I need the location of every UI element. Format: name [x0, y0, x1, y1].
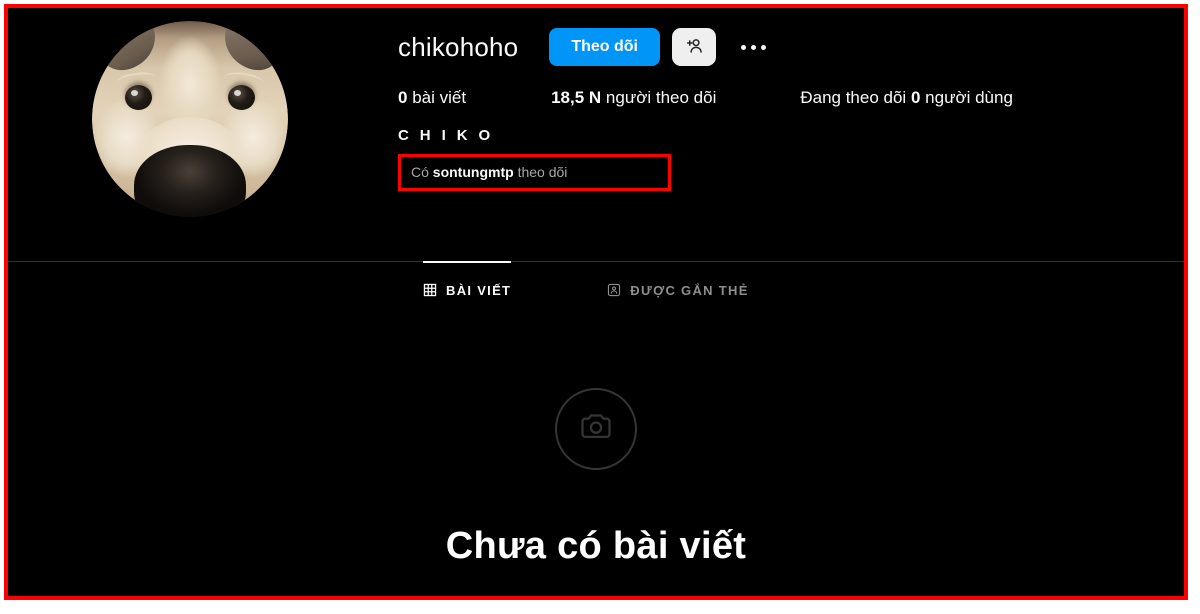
grid-icon	[423, 283, 437, 297]
profile-tabs: BÀI VIẾT ĐƯỢC GẮN THẺ	[8, 261, 1184, 318]
profile-header: chikohoho Theo dõi 0 bài viết 18,5 N ngư…	[8, 8, 1184, 252]
dog-ear-left	[93, 21, 161, 75]
username-action-row: chikohoho Theo dõi	[398, 8, 1168, 68]
followed-by-text: Có sontungmtp theo dõi	[411, 165, 658, 179]
followed-by-suffix: theo dõi	[517, 164, 568, 180]
dog-nose	[134, 145, 246, 217]
profile-info: chikohoho Theo dõi 0 bài viết 18,5 N ngư…	[398, 8, 1168, 191]
followed-by-username[interactable]: sontungmtp	[433, 164, 514, 180]
avatar[interactable]	[92, 21, 288, 217]
dog-forehead	[153, 27, 227, 123]
stat-posts-count: 0	[398, 88, 408, 107]
camera-icon-circle	[555, 388, 637, 470]
empty-posts-state: Chưa có bài viết	[8, 388, 1184, 565]
stat-posts-label: bài viết	[412, 88, 467, 107]
tab-tagged-label: ĐƯỢC GẮN THẺ	[630, 282, 749, 298]
profile-full-name: C H I K O	[398, 127, 494, 144]
page-title: chikohoho	[398, 32, 519, 62]
tab-posts-label: BÀI VIẾT	[446, 282, 512, 298]
instagram-profile-page: chikohoho Theo dõi 0 bài viết 18,5 N ngư…	[8, 8, 1184, 596]
stat-following-count: 0	[910, 88, 921, 107]
dog-eye-right	[228, 85, 255, 110]
stat-followers[interactable]: 18,5 N người theo dõi	[551, 89, 716, 106]
follow-button[interactable]: Theo dõi	[549, 28, 660, 66]
avatar-image	[92, 21, 288, 217]
tagged-person-icon	[607, 283, 621, 297]
stat-posts: 0 bài viết	[398, 89, 466, 106]
person-add-icon	[684, 36, 704, 59]
more-options-icon	[760, 44, 766, 50]
stat-following-prefix: Đang theo dõi	[800, 88, 907, 107]
annotated-screenshot-frame: chikohoho Theo dõi 0 bài viết 18,5 N ngư…	[4, 4, 1188, 600]
tab-posts[interactable]: BÀI VIẾT	[423, 261, 512, 317]
stat-following[interactable]: Đang theo dõi 0 người dùng	[800, 89, 1013, 106]
stat-following-label: người dùng	[925, 88, 1013, 107]
more-options-icon	[750, 44, 756, 50]
stat-followers-count: 18,5 N	[551, 88, 602, 107]
add-person-button[interactable]	[672, 28, 716, 66]
more-options-button[interactable]	[732, 28, 774, 66]
stat-followers-label: người theo dõi	[605, 88, 717, 107]
profile-stats: 0 bài viết 18,5 N người theo dõi Đang th…	[398, 89, 1168, 106]
camera-icon	[578, 409, 614, 450]
tab-tagged[interactable]: ĐƯỢC GẮN THẺ	[607, 261, 748, 317]
more-options-icon	[740, 44, 746, 50]
empty-state-title: Chưa có bài viết	[445, 525, 747, 567]
dog-eye-left	[125, 85, 152, 110]
dog-ear-right	[219, 21, 287, 75]
followed-by-prefix: Có	[411, 164, 429, 180]
followed-by-highlight: Có sontungmtp theo dõi	[398, 154, 671, 191]
profile-tabs-inner: BÀI VIẾT ĐƯỢC GẮN THẺ	[423, 261, 749, 317]
